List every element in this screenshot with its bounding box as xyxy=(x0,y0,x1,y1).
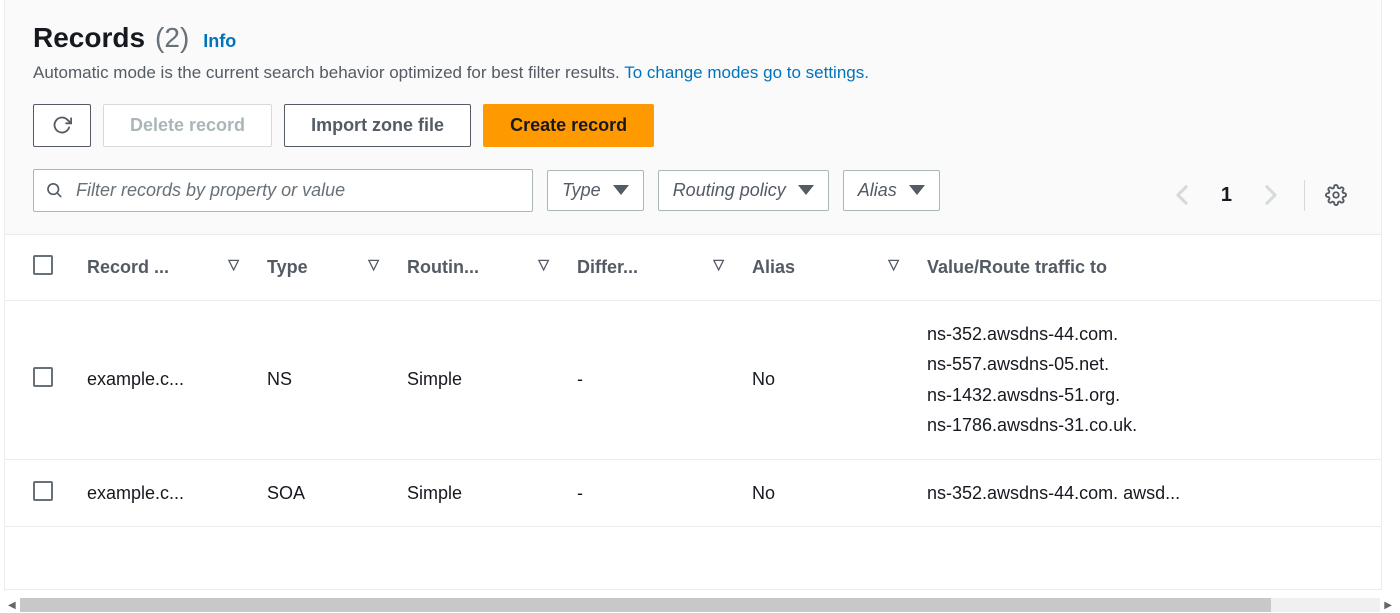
create-record-button[interactable]: Create record xyxy=(483,104,654,147)
select-all-checkbox[interactable] xyxy=(33,255,53,275)
select-all-header[interactable] xyxy=(5,235,75,301)
page-title: Records xyxy=(33,22,145,54)
pagination: 1 xyxy=(1169,170,1353,211)
type-filter-label: Type xyxy=(562,180,601,201)
row-checkbox[interactable] xyxy=(33,367,53,387)
refresh-button[interactable] xyxy=(33,104,91,147)
scroll-track[interactable] xyxy=(20,598,1381,612)
row-checkbox[interactable] xyxy=(33,481,53,501)
filter-row: Type Routing policy Alias 1 xyxy=(33,169,1353,212)
header-zone: Records (2) Info Automatic mode is the c… xyxy=(5,0,1381,235)
caret-down-icon xyxy=(798,185,814,195)
cell-differentiator: - xyxy=(565,300,740,459)
next-page-button xyxy=(1258,180,1284,211)
records-count: (2) xyxy=(155,22,189,54)
column-header-type[interactable]: Type ▽ xyxy=(255,235,395,301)
import-zone-file-button[interactable]: Import zone file xyxy=(284,104,471,147)
cell-value: ns-352.awsdns-44.com. awsd... xyxy=(915,459,1381,527)
horizontal-scrollbar[interactable]: ◀ ▶ xyxy=(4,597,1396,613)
cell-alias: No xyxy=(740,300,915,459)
cell-record-name: example.c... xyxy=(75,459,255,527)
cell-routing: Simple xyxy=(395,459,565,527)
cell-type: SOA xyxy=(255,459,395,527)
subtitle-text: Automatic mode is the current search beh… xyxy=(33,63,624,82)
column-header-routing[interactable]: Routin... ▽ xyxy=(395,235,565,301)
cell-record-name: example.c... xyxy=(75,300,255,459)
delete-record-button: Delete record xyxy=(103,104,272,147)
cell-differentiator: - xyxy=(565,459,740,527)
type-filter-dropdown[interactable]: Type xyxy=(547,170,644,211)
page-number: 1 xyxy=(1215,180,1238,211)
column-header-record-name[interactable]: Record ... ▽ xyxy=(75,235,255,301)
cell-routing: Simple xyxy=(395,300,565,459)
records-table: Record ... ▽ Type ▽ Routin... ▽ xyxy=(5,235,1381,528)
table-row: example.c...SOASimple-Nons-352.awsdns-44… xyxy=(5,459,1381,527)
settings-button[interactable] xyxy=(1304,180,1353,211)
scroll-left-arrow[interactable]: ◀ xyxy=(4,600,20,611)
column-header-value[interactable]: Value/Route traffic to xyxy=(915,235,1381,301)
cell-alias: No xyxy=(740,459,915,527)
toolbar: Delete record Import zone file Create re… xyxy=(33,104,1353,147)
scroll-right-arrow[interactable]: ▶ xyxy=(1380,600,1396,611)
filter-input[interactable] xyxy=(33,169,533,212)
routing-policy-filter-dropdown[interactable]: Routing policy xyxy=(658,170,829,211)
refresh-icon xyxy=(52,115,72,135)
settings-link[interactable]: To change modes go to settings. xyxy=(624,63,869,82)
table-row: example.c...NSSimple-Nons-352.awsdns-44.… xyxy=(5,300,1381,459)
column-header-differentiator[interactable]: Differ... ▽ xyxy=(565,235,740,301)
column-header-alias[interactable]: Alias ▽ xyxy=(740,235,915,301)
search-icon xyxy=(45,181,63,199)
caret-down-icon xyxy=(613,185,629,195)
alias-filter-dropdown[interactable]: Alias xyxy=(843,170,940,211)
alias-filter-label: Alias xyxy=(858,180,897,201)
subtitle: Automatic mode is the current search beh… xyxy=(33,60,1353,86)
filter-input-wrap xyxy=(33,169,533,212)
caret-down-icon xyxy=(909,185,925,195)
prev-page-button xyxy=(1169,180,1195,211)
gear-icon xyxy=(1325,184,1347,206)
cell-value: ns-352.awsdns-44.com.ns-557.awsdns-05.ne… xyxy=(915,300,1381,459)
routing-filter-label: Routing policy xyxy=(673,180,786,201)
cell-type: NS xyxy=(255,300,395,459)
info-link[interactable]: Info xyxy=(203,31,236,52)
table-wrap: Record ... ▽ Type ▽ Routin... ▽ xyxy=(5,235,1381,528)
